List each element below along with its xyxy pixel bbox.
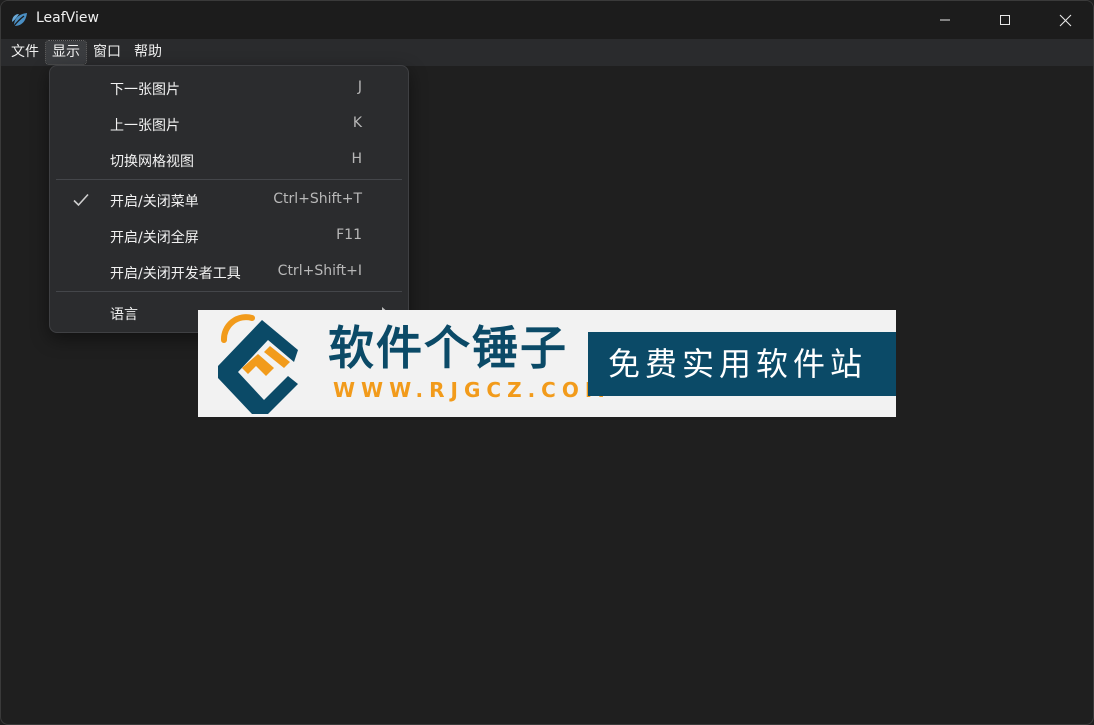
menu-file[interactable]: 文件: [5, 41, 45, 64]
menu-item-shortcut: J: [357, 79, 362, 95]
minimize-button[interactable]: [917, 1, 973, 39]
menu-item-label: 上一张图片: [110, 118, 180, 134]
maximize-icon: [1000, 15, 1010, 25]
menu-help[interactable]: 帮助: [128, 41, 168, 64]
watermark-slogan: 免费实用软件站: [608, 345, 868, 383]
menu-view[interactable]: 显示: [45, 40, 87, 65]
menu-item-next-image[interactable]: 下一张图片 J: [50, 71, 408, 105]
menu-window[interactable]: 窗口: [87, 41, 127, 64]
title-bar[interactable]: LeafView: [1, 1, 1093, 39]
menu-item-toggle-menu[interactable]: 开启/关闭菜单 Ctrl+Shift+T: [50, 183, 408, 217]
menu-item-shortcut: H: [351, 151, 362, 167]
close-icon: [1059, 14, 1071, 26]
brand-logo-icon: [218, 314, 298, 414]
menu-item-label: 开启/关闭开发者工具: [110, 266, 241, 282]
menu-item-shortcut: Ctrl+Shift+I: [277, 263, 362, 279]
app-window: LeafView 文件 显示 窗口 帮助 下一张图片 J 上一张图片 K 切换网…: [0, 0, 1094, 725]
menu-item-label: 语言: [110, 307, 138, 323]
menu-item-shortcut: Ctrl+Shift+T: [273, 191, 362, 207]
menu-item-shortcut: K: [352, 115, 362, 131]
close-button[interactable]: [1037, 1, 1093, 39]
menu-item-label: 下一张图片: [110, 82, 180, 98]
menu-item-toggle-fullscreen[interactable]: 开启/关闭全屏 F11: [50, 219, 408, 253]
watermark-name: 软件个锤子: [328, 321, 568, 375]
window-title: LeafView: [36, 10, 99, 26]
menu-item-label: 开启/关闭菜单: [110, 194, 199, 210]
menu-bar: 文件 显示 窗口 帮助: [1, 39, 1093, 66]
minimize-icon: [940, 19, 950, 21]
menu-item-toggle-devtools[interactable]: 开启/关闭开发者工具 Ctrl+Shift+I: [50, 255, 408, 289]
menu-item-shortcut: F11: [336, 227, 362, 243]
menu-item-label: 切换网格视图: [110, 154, 194, 170]
menu-item-label: 开启/关闭全屏: [110, 230, 199, 246]
watermark-url: WWW.RJGCZ.COM: [333, 378, 611, 402]
watermark-slogan-box: 免费实用软件站: [588, 332, 896, 396]
leaf-app-icon: [12, 13, 27, 27]
watermark-banner: 软件个锤子 WWW.RJGCZ.COM 免费实用软件站: [198, 310, 896, 417]
menu-separator: [56, 291, 402, 292]
menu-separator: [56, 179, 402, 180]
checkmark-icon: [73, 193, 89, 207]
view-dropdown-menu: 下一张图片 J 上一张图片 K 切换网格视图 H 开启/关闭菜单 Ctrl+Sh…: [49, 65, 409, 333]
maximize-button[interactable]: [977, 1, 1033, 39]
menu-item-previous-image[interactable]: 上一张图片 K: [50, 107, 408, 141]
menu-item-toggle-grid[interactable]: 切换网格视图 H: [50, 143, 408, 177]
